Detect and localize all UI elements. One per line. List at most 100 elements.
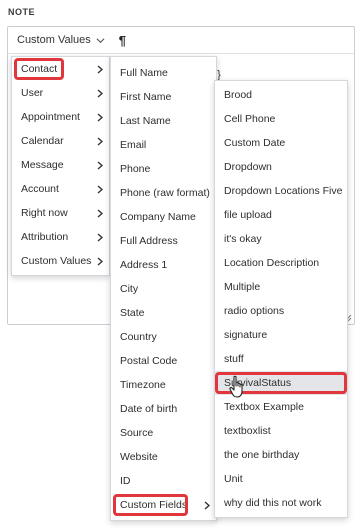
chevron-right-icon bbox=[97, 65, 103, 74]
menu-item-label: Appointment bbox=[21, 111, 80, 123]
submenu-item-phone[interactable]: Phone bbox=[111, 157, 216, 181]
menu-item-label: ID bbox=[120, 475, 131, 487]
submenu-item-address-1[interactable]: Address 1 bbox=[111, 253, 216, 277]
menu-item-label: Full Address bbox=[120, 235, 178, 247]
menu-item-label: radio options bbox=[224, 305, 285, 317]
chevron-right-icon bbox=[97, 113, 103, 122]
field-item-stuff[interactable]: stuff bbox=[215, 347, 347, 371]
submenu-item-last-name[interactable]: Last Name bbox=[111, 109, 216, 133]
menu-item-label: Brood bbox=[224, 89, 253, 101]
menu-item-label: it's okay bbox=[224, 233, 262, 245]
menu-item-label: Timezone bbox=[120, 379, 166, 391]
chevron-right-icon bbox=[97, 137, 103, 146]
submenu-item-id[interactable]: ID bbox=[111, 469, 216, 493]
menu-item-label: Custom Values bbox=[21, 255, 92, 267]
menu-item-label: Dropdown Locations Five bbox=[224, 185, 343, 197]
menu-item-label: Website bbox=[120, 451, 158, 463]
paragraph-icon[interactable]: ¶ bbox=[119, 33, 126, 48]
menu-item-user[interactable]: User bbox=[12, 81, 109, 105]
menu-item-label: Country bbox=[120, 331, 157, 343]
menu-item-label: Textbox Example bbox=[224, 401, 304, 413]
submenu-item-full-address[interactable]: Full Address bbox=[111, 229, 216, 253]
field-item-cell-phone[interactable]: Cell Phone bbox=[215, 107, 347, 131]
menu-item-label: Email bbox=[120, 139, 147, 151]
menu-item-label: User bbox=[21, 87, 44, 99]
menu-item-contact[interactable]: Contact bbox=[12, 57, 109, 81]
field-item-location-description[interactable]: Location Description bbox=[215, 251, 347, 275]
menu-item-label: signature bbox=[224, 329, 268, 341]
menu-item-label: Phone (raw format) bbox=[120, 187, 210, 199]
contact-submenu: Full Name First Name Last Name Email Phone Ph… bbox=[110, 56, 217, 521]
field-item-dropdown[interactable]: Dropdown bbox=[215, 155, 347, 179]
chevron-right-icon bbox=[204, 501, 210, 510]
submenu-item-custom-fields[interactable]: Custom Fields bbox=[111, 493, 216, 517]
menu-item-label: City bbox=[120, 283, 139, 295]
submenu-item-country[interactable]: Country bbox=[111, 325, 216, 349]
custom-fields-submenu: Brood Cell Phone Custom Date Dropdown Dropdo… bbox=[214, 80, 348, 518]
submenu-item-website[interactable]: Website bbox=[111, 445, 216, 469]
chevron-right-icon bbox=[97, 161, 103, 170]
menu-item-label: Postal Code bbox=[120, 355, 178, 367]
menu-item-label: Cell Phone bbox=[224, 113, 276, 125]
chevron-right-icon bbox=[97, 257, 103, 266]
field-item-the-one-birthday[interactable]: the one birthday bbox=[215, 443, 347, 467]
submenu-item-first-name[interactable]: First Name bbox=[111, 85, 216, 109]
chevron-right-icon bbox=[97, 89, 103, 98]
menu-item-label: Full Name bbox=[120, 67, 168, 79]
chevron-down-icon bbox=[96, 37, 105, 43]
menu-item-label: Custom Date bbox=[224, 137, 286, 149]
field-item-brood[interactable]: Brood bbox=[215, 83, 347, 107]
menu-item-label: Date of birth bbox=[120, 403, 178, 415]
menu-item-label: Address 1 bbox=[120, 259, 168, 271]
menu-item-label: stuff bbox=[224, 353, 244, 365]
field-item-radio-options[interactable]: radio options bbox=[215, 299, 347, 323]
menu-item-label: Right now bbox=[21, 207, 68, 219]
menu-item-label: Custom Fields bbox=[120, 499, 188, 511]
menu-item-label: Calendar bbox=[21, 135, 64, 147]
menu-item-calendar[interactable]: Calendar bbox=[12, 129, 109, 153]
menu-item-label: Message bbox=[21, 159, 64, 171]
field-item-why-did-this-not-work[interactable]: why did this not work bbox=[215, 491, 347, 515]
menu-item-label: State bbox=[120, 307, 145, 319]
field-item-custom-date[interactable]: Custom Date bbox=[215, 131, 347, 155]
menu-item-label: Multiple bbox=[224, 281, 261, 293]
submenu-item-company-name[interactable]: Company Name bbox=[111, 205, 216, 229]
menu-item-label: Company Name bbox=[120, 211, 196, 223]
menu-item-message[interactable]: Message bbox=[12, 153, 109, 177]
field-item-multiple[interactable]: Multiple bbox=[215, 275, 347, 299]
editor-toolbar: Custom Values ¶ bbox=[8, 27, 354, 54]
submenu-item-state[interactable]: State bbox=[111, 301, 216, 325]
field-item-file-upload[interactable]: file upload bbox=[215, 203, 347, 227]
menu-item-label: Source bbox=[120, 427, 154, 439]
menu-item-label: Unit bbox=[224, 473, 243, 485]
submenu-item-date-of-birth[interactable]: Date of birth bbox=[111, 397, 216, 421]
menu-item-account[interactable]: Account bbox=[12, 177, 109, 201]
submenu-item-source[interactable]: Source bbox=[111, 421, 216, 445]
menu-item-label: the one birthday bbox=[224, 449, 300, 461]
submenu-item-full-name[interactable]: Full Name bbox=[111, 61, 216, 85]
custom-values-label: Custom Values bbox=[17, 34, 91, 46]
custom-values-dropdown[interactable]: Custom Values bbox=[17, 34, 105, 46]
submenu-item-city[interactable]: City bbox=[111, 277, 216, 301]
menu-item-label: Location Description bbox=[224, 257, 320, 269]
submenu-item-postal-code[interactable]: Postal Code bbox=[111, 349, 216, 373]
menu-item-attribution[interactable]: Attribution bbox=[12, 225, 109, 249]
menu-item-appointment[interactable]: Appointment bbox=[12, 105, 109, 129]
submenu-item-timezone[interactable]: Timezone bbox=[111, 373, 216, 397]
field-item-it-s-okay[interactable]: it's okay bbox=[215, 227, 347, 251]
menu-item-label: why did this not work bbox=[224, 497, 322, 509]
menu-item-custom-values[interactable]: Custom Values bbox=[12, 249, 109, 273]
chevron-right-icon bbox=[97, 233, 103, 242]
menu-item-label: Contact bbox=[21, 63, 58, 75]
field-item-unit[interactable]: Unit bbox=[215, 467, 347, 491]
submenu-item-email[interactable]: Email bbox=[111, 133, 216, 157]
menu-item-label: file upload bbox=[224, 209, 272, 221]
menu-item-label: First Name bbox=[120, 91, 172, 103]
field-item-dropdown-locations-five[interactable]: Dropdown Locations Five bbox=[215, 179, 347, 203]
field-item-signature[interactable]: signature bbox=[215, 323, 347, 347]
field-item-textboxlist[interactable]: textboxlist bbox=[215, 419, 347, 443]
menu-item-right-now[interactable]: Right now bbox=[12, 201, 109, 225]
submenu-item-phone-raw-format[interactable]: Phone (raw format) bbox=[111, 181, 216, 205]
menu-item-label: SurvivalStatus bbox=[224, 377, 292, 389]
insert-menu: Contact User Appointment Calendar Message Acc… bbox=[11, 56, 110, 276]
